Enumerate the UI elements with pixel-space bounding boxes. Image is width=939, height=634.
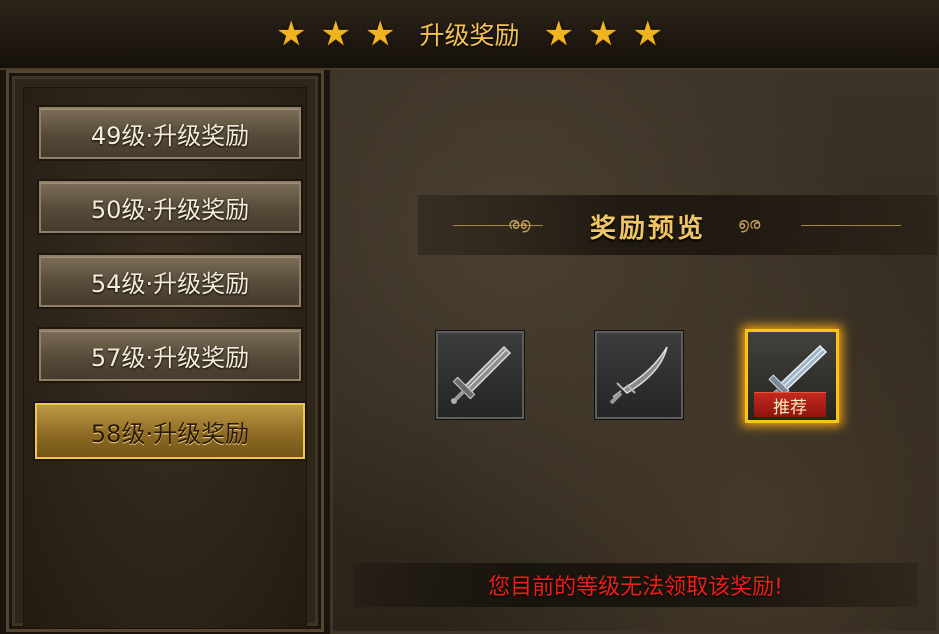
status-bar: 您目前的等级无法领取该奖励! xyxy=(353,563,918,607)
greatsword-icon xyxy=(451,345,512,404)
star-icon: ★ xyxy=(276,14,307,54)
star-icon: ★ xyxy=(320,14,351,54)
curved-blade-icon xyxy=(609,346,668,405)
level-button-49[interactable]: 49级·升级奖励 xyxy=(39,107,301,159)
level-button-57[interactable]: 57级·升级奖励 xyxy=(39,329,301,381)
star-icon: ★ xyxy=(632,14,663,54)
level-button-58-selected[interactable]: 58级·升级奖励 xyxy=(35,403,305,459)
reward-preview-panel: ര൭ ൭ര 奖励预览 推荐 您目前的等级无法领取该奖励! xyxy=(330,70,939,634)
star-icon: ★ xyxy=(587,14,619,54)
scroll-ornament-right-icon: ൭ര xyxy=(738,214,761,233)
level-list-panel: 49级·升级奖励 50级·升级奖励 54级·升级奖励 57级·升级奖励 58级·… xyxy=(6,70,324,632)
divider-line-right xyxy=(801,225,901,226)
window-title: 升级奖励 xyxy=(419,21,520,50)
level-button-50[interactable]: 50级·升级奖励 xyxy=(39,181,301,233)
title-group: ★ ★ ★ 升级奖励 ★ ★ ★ xyxy=(276,16,663,52)
reward-item-slot-3-recommended[interactable]: 推荐 xyxy=(745,329,839,423)
recommended-badge: 推荐 xyxy=(754,392,826,418)
title-bar: ★ ★ ★ 升级奖励 ★ ★ ★ xyxy=(0,0,939,70)
reward-item-slot-2[interactable] xyxy=(595,331,683,419)
reward-item-slot-1[interactable] xyxy=(436,331,524,419)
star-icon: ★ xyxy=(365,14,396,54)
preview-title: 奖励预览 xyxy=(589,214,706,244)
star-icon: ★ xyxy=(543,14,574,54)
level-button-54[interactable]: 54级·升级奖励 xyxy=(39,255,301,307)
level-warning-text: 您目前的等级无法领取该奖励! xyxy=(488,575,783,600)
scroll-ornament-left-icon: ര൭ xyxy=(508,214,531,233)
